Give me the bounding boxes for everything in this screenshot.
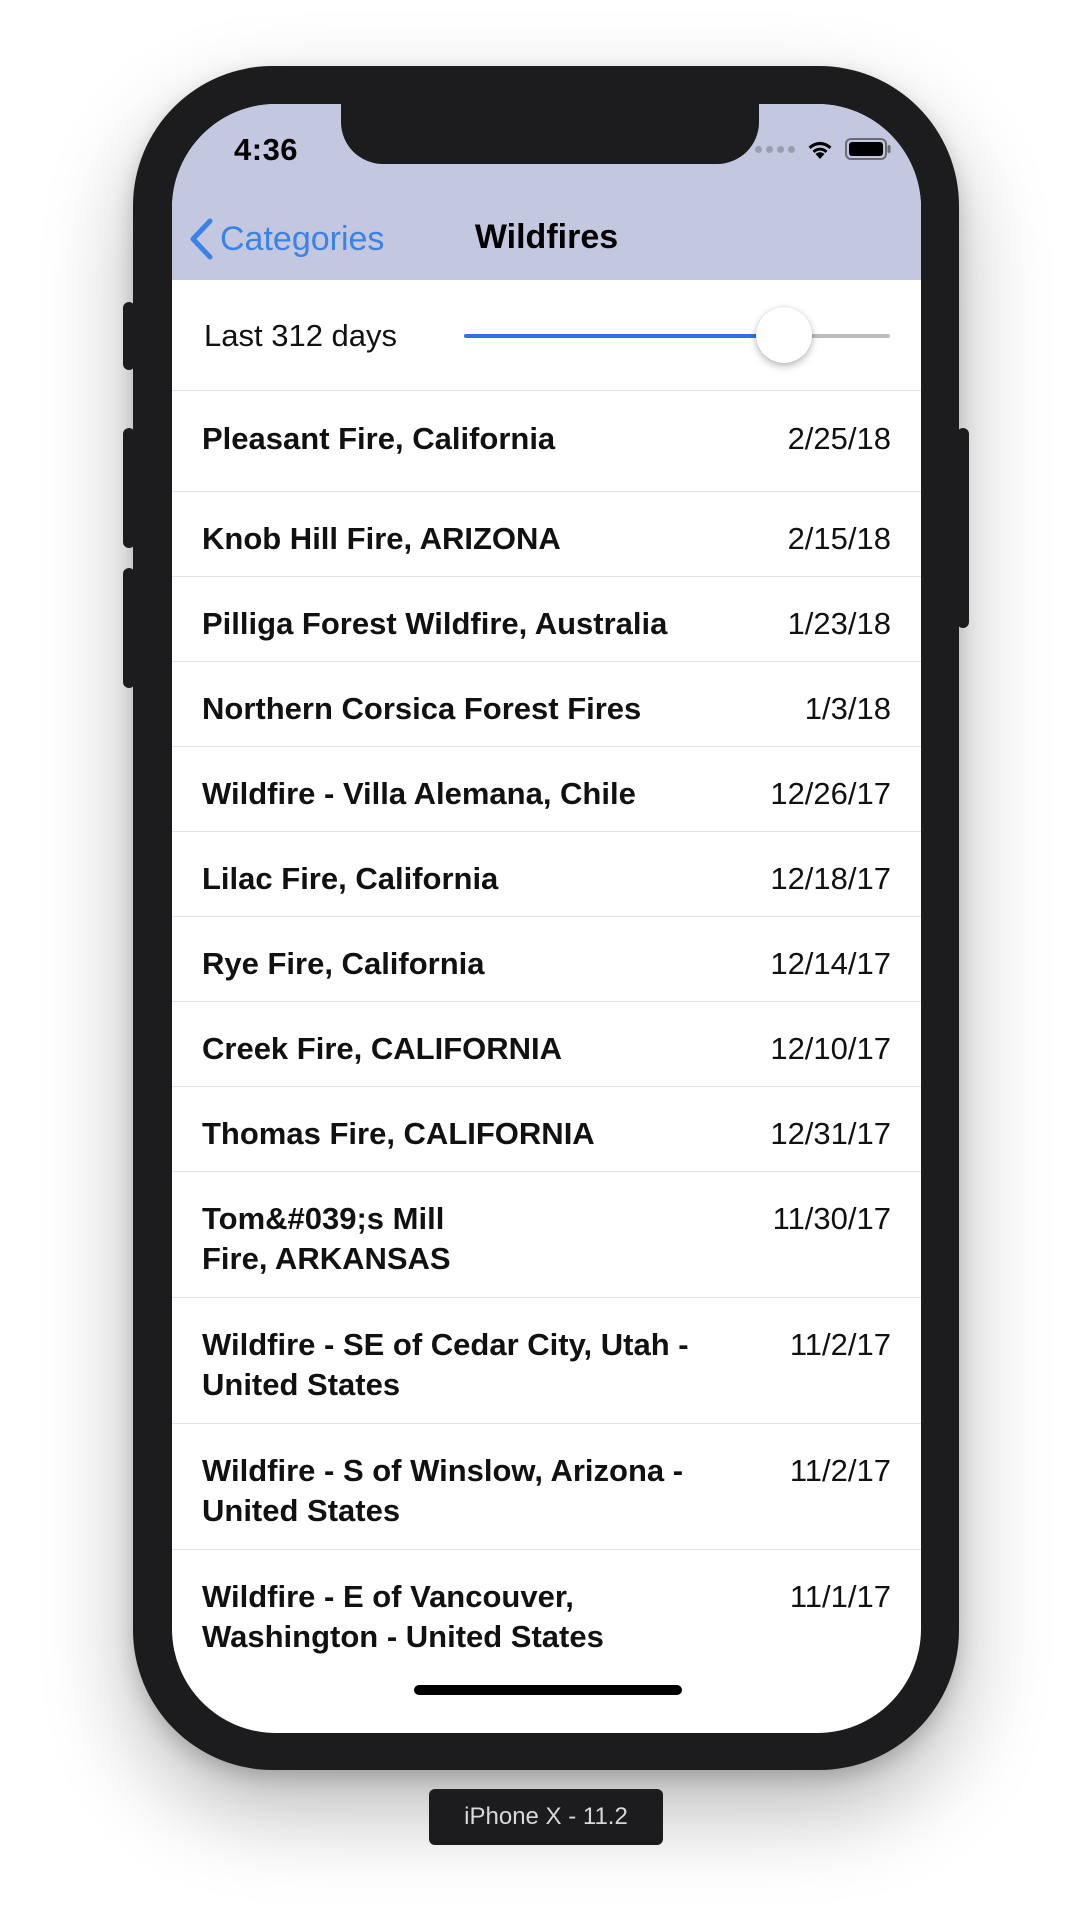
event-title: Wildfire - S of Winslow, Arizona - Unite… xyxy=(202,1453,684,1528)
list-item[interactable]: Lilac Fire, California 12/18/17 xyxy=(172,832,921,917)
event-title: Creek Fire, CALIFORNIA xyxy=(202,1031,563,1066)
event-title: Wildfire - Villa Alemana, Chile xyxy=(202,776,636,811)
list-item[interactable]: Pleasant Fire, California 2/25/18 xyxy=(172,391,921,492)
cellular-signal-icon xyxy=(755,145,795,153)
list-item[interactable]: Wildfire - Villa Alemana, Chile 12/26/17 xyxy=(172,747,921,832)
event-date: 12/31/17 xyxy=(770,1116,891,1151)
slider-fill xyxy=(464,334,784,338)
iphone-frame: 4:36 Categories Wildfires Last 312 days … xyxy=(123,66,969,1770)
power-button xyxy=(957,428,969,628)
list-item[interactable]: Wildfire - E of Vancouver, Washington - … xyxy=(172,1550,921,1676)
date-range-slider[interactable] xyxy=(464,307,890,363)
event-date: 2/25/18 xyxy=(787,421,891,456)
simulator-stage: 4:36 Categories Wildfires Last 312 days … xyxy=(0,0,1090,1928)
status-time: 4:36 xyxy=(234,132,299,167)
event-date: 2/15/18 xyxy=(787,521,891,556)
wifi-icon xyxy=(808,141,832,159)
event-date: 11/2/17 xyxy=(789,1327,891,1362)
status-icons xyxy=(755,138,891,160)
silent-switch xyxy=(123,302,135,370)
list-item[interactable]: Thomas Fire, CALIFORNIA 12/31/17 xyxy=(172,1087,921,1172)
event-title: Wildfire - E of Vancouver, Washington - … xyxy=(202,1579,604,1654)
event-date: 12/26/17 xyxy=(770,776,891,811)
event-date: 11/2/17 xyxy=(789,1453,891,1488)
list-item[interactable]: Northern Corsica Forest Fires 1/3/18 xyxy=(172,662,921,747)
event-title: Knob Hill Fire, ARIZONA xyxy=(202,521,561,556)
screen: 4:36 Categories Wildfires Last 312 days … xyxy=(172,104,921,1733)
event-date: 12/18/17 xyxy=(770,861,891,896)
event-title: Wildfire - SE of Cedar City, Utah - Unit… xyxy=(202,1327,689,1402)
slider-thumb[interactable] xyxy=(755,307,812,363)
event-title: Lilac Fire, California xyxy=(202,861,499,896)
volume-down-button xyxy=(123,568,135,688)
event-date: 11/1/17 xyxy=(789,1579,891,1614)
volume-up-button xyxy=(123,428,135,548)
device-label: iPhone X - 11.2 xyxy=(429,1789,663,1845)
event-title: Pleasant Fire, California xyxy=(202,421,556,456)
battery-icon xyxy=(845,138,891,160)
date-range-filter: Last 312 days xyxy=(172,280,921,391)
event-title: Pilliga Forest Wildfire, Australia xyxy=(202,606,668,641)
list-item[interactable]: Knob Hill Fire, ARIZONA 2/15/18 xyxy=(172,492,921,577)
event-title: Rye Fire, California xyxy=(202,946,485,981)
list-item[interactable]: Creek Fire, CALIFORNIA 12/10/17 xyxy=(172,1002,921,1087)
event-title: Thomas Fire, CALIFORNIA xyxy=(202,1116,595,1151)
list-item[interactable]: Pilliga Forest Wildfire, Australia 1/23/… xyxy=(172,577,921,662)
event-date: 11/30/17 xyxy=(772,1201,891,1236)
list-item[interactable]: Rye Fire, California 12/14/17 xyxy=(172,917,921,1002)
list-item[interactable]: Wildfire - SE of Cedar City, Utah - Unit… xyxy=(172,1298,921,1424)
date-range-label: Last 312 days xyxy=(204,318,398,353)
event-title: Northern Corsica Forest Fires xyxy=(202,691,642,726)
page-title: Wildfires xyxy=(474,218,619,256)
home-indicator[interactable] xyxy=(414,1685,682,1695)
list-item[interactable]: Tom&#039;s Mill Fire, ARKANSAS 11/30/17 xyxy=(172,1172,921,1298)
event-date: 1/3/18 xyxy=(804,691,891,726)
event-date: 1/23/18 xyxy=(787,606,891,641)
event-date: 12/14/17 xyxy=(770,946,891,981)
list-item[interactable]: Wildfire - S of Winslow, Arizona - Unite… xyxy=(172,1424,921,1550)
wildfire-list: Pleasant Fire, California 2/25/18 Knob H… xyxy=(172,391,921,1676)
event-title: Tom&#039;s Mill Fire, ARKANSAS xyxy=(202,1201,451,1276)
event-date: 12/10/17 xyxy=(770,1031,891,1066)
notch xyxy=(341,104,759,164)
